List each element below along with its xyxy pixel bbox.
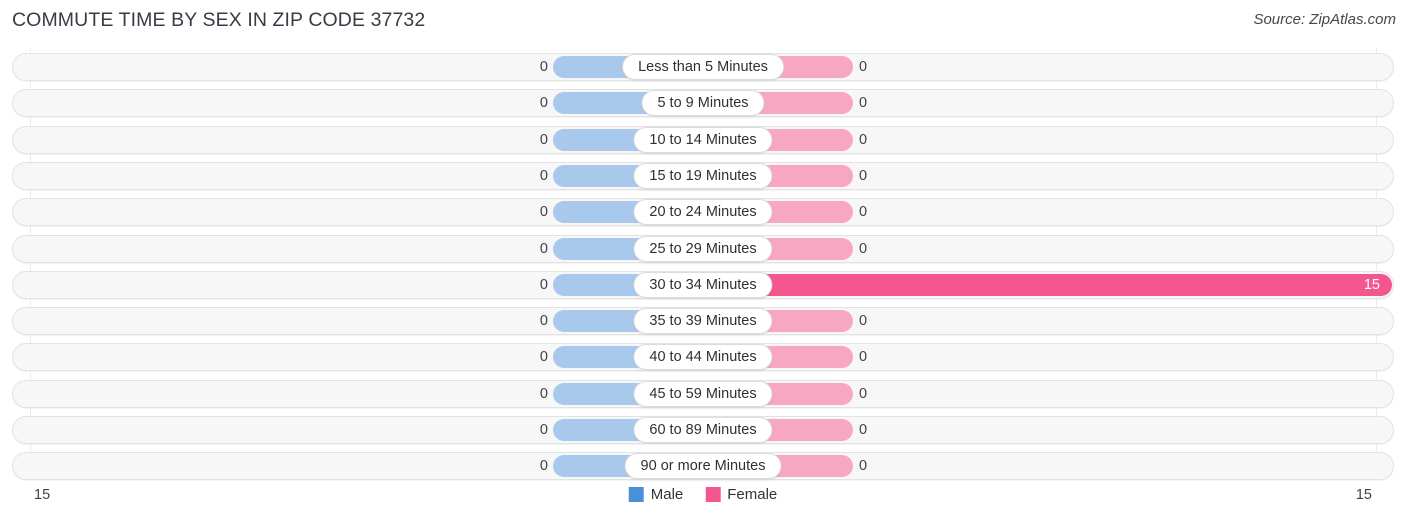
chart-legend: Male Female [628,486,777,503]
chart-row: 0 0 25 to 29 Minutes [12,234,1394,263]
axis-tick-left: 15 [34,487,51,503]
category-label: 30 to 34 Minutes [633,271,773,298]
bar-value-female: 0 [859,349,868,366]
bar-value-male: 0 [539,240,548,257]
chart-row: 0 0 20 to 24 Minutes [12,198,1394,227]
chart-row: 0 0 60 to 89 Minutes [12,416,1394,444]
bar-value-male: 0 [539,313,548,330]
legend-swatch-male-icon [628,487,644,502]
source-attribution: Source: ZipAtlas.com [1253,11,1396,28]
bar-value-male: 0 [539,349,548,366]
category-label: 35 to 39 Minutes [633,308,773,335]
chart-row: 0 15 30 to 34 Minutes [12,270,1394,299]
category-label: 5 to 9 Minutes [641,90,765,117]
bar-value-male: 0 [539,131,548,148]
chart-row: 0 0 10 to 14 Minutes [12,125,1394,154]
chart-plot-area: 0 0 Less than 5 Minutes 0 0 5 to 9 Minutes 0 0 1… [0,47,1406,484]
bar-value-female: 0 [859,422,868,438]
chart-row: 0 0 Less than 5 Minutes [12,53,1394,81]
chart-row: 0 0 40 to 44 Minutes [12,343,1394,372]
bar-value-female: 0 [859,204,868,221]
bar-value-female: 0 [859,131,868,148]
bar-value-male: 0 [539,95,548,112]
chart-row: 0 0 45 to 59 Minutes [12,379,1394,408]
axis-tick-right: 15 [1355,487,1372,503]
bar-value-male: 0 [539,167,548,184]
category-label: 20 to 24 Minutes [633,199,773,226]
bar-value-male: 0 [539,204,548,221]
bar-value-male: 0 [539,276,548,293]
chart-row: 0 0 90 or more Minutes [12,452,1394,481]
legend-item-male[interactable]: Male [628,486,684,503]
bar-value-male: 0 [539,385,548,402]
bar-value-female: 0 [859,167,868,184]
legend-swatch-female-icon [705,487,721,502]
category-label: 90 or more Minutes [624,453,782,480]
bar-value-female: 0 [859,313,868,330]
bar-value-female: 0 [859,458,868,475]
category-label: 25 to 29 Minutes [633,235,773,262]
category-label: 60 to 89 Minutes [633,417,773,443]
bar-value-male: 0 [539,458,548,475]
bar-female[interactable]: 15 [703,273,1392,296]
category-label: 45 to 59 Minutes [633,380,773,407]
legend-label-female: Female [727,486,778,503]
bar-value-female: 0 [859,385,868,402]
bar-value-female: 0 [859,240,868,257]
legend-label-male: Male [650,486,684,503]
bar-value-male: 0 [539,422,548,438]
category-label: 40 to 44 Minutes [633,344,773,371]
bar-value-female: 0 [859,59,868,75]
legend-item-female[interactable]: Female [705,486,777,503]
category-label: 15 to 19 Minutes [633,162,773,189]
bar-value-female: 0 [859,95,868,112]
chart-header: COMMUTE TIME BY SEX IN ZIP CODE 37732 So… [0,0,1406,44]
chart-footer: 15 15 Male Female [0,484,1406,522]
chart-row: 0 0 5 to 9 Minutes [12,89,1394,118]
bar-value-male: 0 [539,59,548,75]
chart-row: 0 0 15 to 19 Minutes [12,161,1394,190]
page-title: COMMUTE TIME BY SEX IN ZIP CODE 37732 [12,9,426,31]
category-label: 10 to 14 Minutes [633,126,773,153]
chart-row: 0 0 35 to 39 Minutes [12,307,1394,336]
category-label: Less than 5 Minutes [622,54,784,80]
bar-value-female: 15 [1363,276,1380,293]
